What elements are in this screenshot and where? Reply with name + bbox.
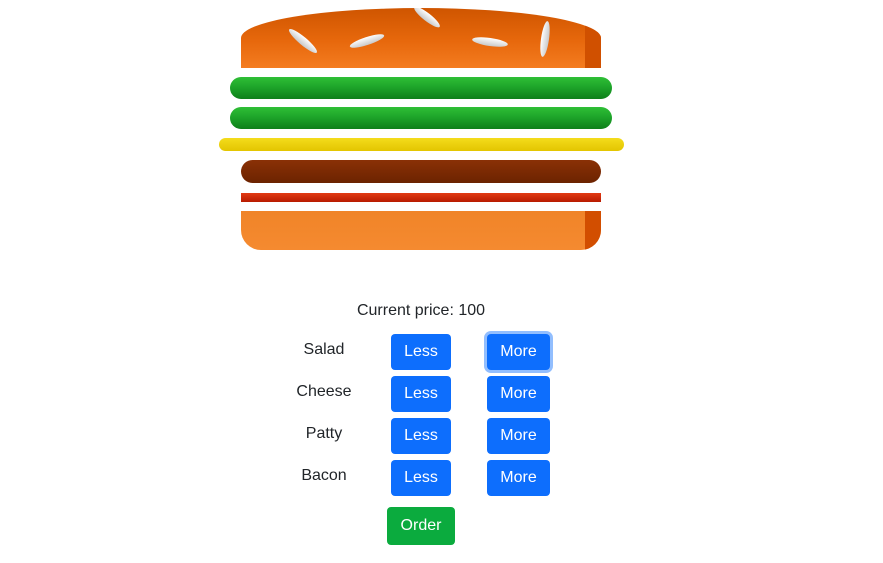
cheese-more-button[interactable]: More	[487, 376, 550, 412]
cheese-less-button[interactable]: Less	[391, 376, 451, 412]
sesame-seed	[538, 20, 552, 58]
bun-top	[241, 8, 601, 68]
bacon-layer	[241, 193, 601, 202]
ingredient-label-cheese: Cheese	[296, 383, 352, 400]
salad-layer	[230, 107, 612, 129]
ingredient-label-salad: Salad	[303, 341, 345, 358]
sesame-seed	[471, 35, 509, 49]
patty-less-button[interactable]: Less	[391, 418, 451, 454]
sesame-seed	[411, 8, 443, 31]
bacon-less-button[interactable]: Less	[391, 460, 451, 496]
sesame-seed	[286, 26, 320, 56]
sesame-seed	[348, 31, 386, 51]
bacon-more-button[interactable]: More	[487, 460, 550, 496]
burger-preview	[0, 0, 883, 270]
salad-layer	[230, 77, 612, 99]
patty-layer	[241, 160, 601, 183]
ingredient-label-patty: Patty	[305, 425, 343, 442]
current-price: Current price: 100	[356, 302, 486, 319]
ingredient-label-bacon: Bacon	[301, 467, 347, 484]
salad-more-button[interactable]: More	[487, 334, 550, 370]
salad-less-button[interactable]: Less	[391, 334, 451, 370]
order-button[interactable]: Order	[387, 507, 455, 545]
cheese-layer	[219, 138, 624, 151]
burger-builder-page: Current price: 100 Salad Less More Chees…	[0, 0, 883, 563]
patty-more-button[interactable]: More	[487, 418, 550, 454]
bun-bottom	[241, 211, 601, 250]
